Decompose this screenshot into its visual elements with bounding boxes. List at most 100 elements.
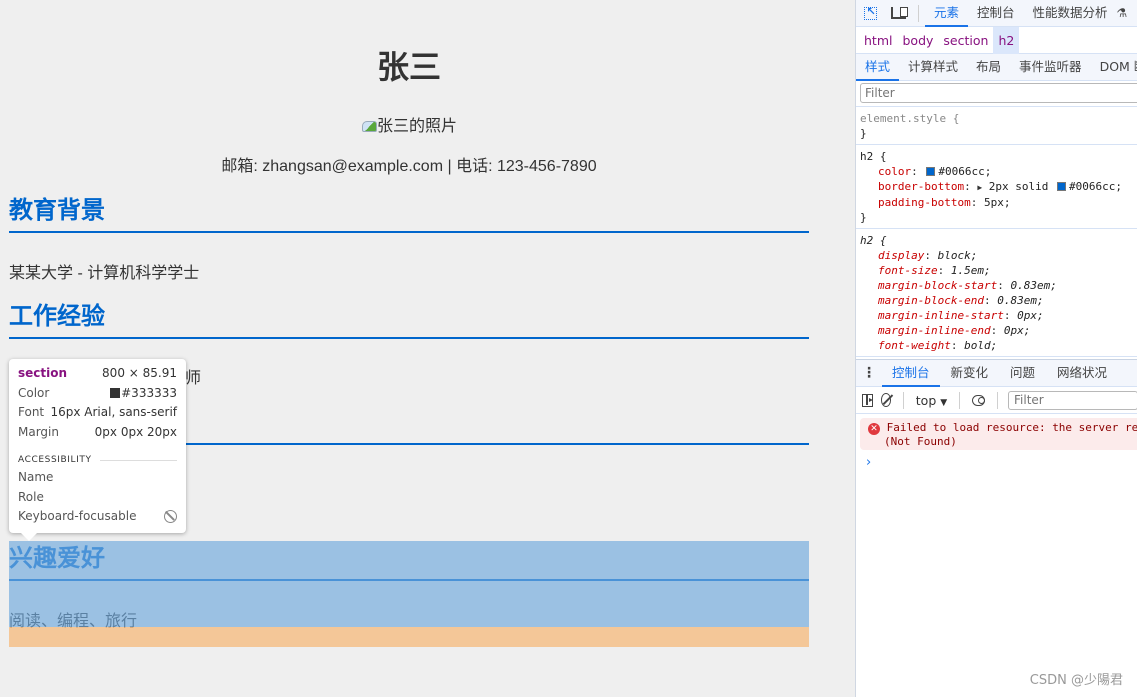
rule-selector[interactable]: element.style { bbox=[860, 111, 1133, 126]
inspect-tooltip: section 800 × 85.91 Color #333333 Font 1… bbox=[9, 359, 186, 541]
devtools-panel: 元素 控制台 性能数据分析 ⚗ html body section h2 样式 … bbox=[855, 0, 1137, 697]
inspect-highlight-margin bbox=[9, 627, 809, 647]
live-expression-eye-icon[interactable] bbox=[971, 394, 986, 406]
property-name[interactable]: color bbox=[878, 165, 911, 178]
style-property[interactable]: border-bottom: ▶ 2px solid #0066cc; bbox=[860, 179, 1133, 195]
tooltip-color-value: #333333 bbox=[121, 385, 177, 400]
tooltip-margin-value: 0px 0px 20px bbox=[94, 424, 177, 439]
style-property: margin-block-end: 0.83em; bbox=[878, 294, 1044, 307]
tooltip-font-label: Font bbox=[18, 405, 45, 419]
drawer-tab-issues[interactable]: 问题 bbox=[999, 360, 1046, 387]
show-sidebar-icon[interactable] bbox=[862, 393, 873, 407]
dom-breadcrumb: html body section h2 bbox=[856, 26, 1137, 54]
style-property[interactable]: padding-bottom: 5px; bbox=[860, 195, 1133, 210]
drawer-tab-whats-new[interactable]: 新变化 bbox=[940, 360, 1000, 387]
property-value[interactable]: #0066cc; bbox=[938, 165, 991, 178]
page-title: 张三 bbox=[376, 49, 441, 85]
subtab-dom-breakpoints[interactable]: DOM 断 bbox=[1091, 54, 1137, 81]
devtools-main-toolbar: 元素 控制台 性能数据分析 ⚗ bbox=[856, 0, 1137, 27]
tab-elements[interactable]: 元素 bbox=[925, 0, 969, 27]
breadcrumb-section[interactable]: section bbox=[938, 27, 993, 54]
tooltip-tag: section bbox=[18, 366, 68, 380]
property-value[interactable]: 2px solid bbox=[989, 180, 1055, 193]
expand-triangle-icon[interactable]: ▶ bbox=[977, 183, 982, 192]
tooltip-accessibility-heading: ACCESSIBILITY bbox=[18, 455, 92, 465]
context-value: top bbox=[915, 392, 937, 408]
drawer-tabs: ⋮ 控制台 新变化 问题 网络状况 bbox=[856, 360, 1137, 387]
color-swatch-icon[interactable] bbox=[1057, 182, 1067, 191]
page-viewport: 张三 张三的照片 邮箱: zhangsan@example.com | 电话: … bbox=[0, 0, 855, 697]
context-selector[interactable]: top ▼ bbox=[910, 393, 953, 408]
property-value: 0.83em; bbox=[997, 294, 1044, 307]
style-property: font-weight: bold; bbox=[878, 339, 998, 352]
dropdown-caret-icon: ▼ bbox=[940, 397, 948, 408]
section-heading-education: 教育背景 bbox=[9, 196, 809, 233]
drawer-tab-network-conditions[interactable]: 网络状况 bbox=[1046, 360, 1118, 387]
breadcrumb-h2[interactable]: h2 bbox=[993, 26, 1020, 54]
property-name[interactable]: border-bottom bbox=[878, 180, 964, 193]
rule-h2-user-agent: h2 { display: block; font-size: 1.5em; m… bbox=[856, 229, 1137, 357]
rule-selector[interactable]: h2 { bbox=[860, 149, 1133, 164]
property-value: 1.5em; bbox=[950, 264, 991, 277]
inspect-icon bbox=[863, 5, 877, 20]
tooltip-name-label: Name bbox=[18, 470, 54, 484]
divider bbox=[918, 4, 919, 22]
watermark: CSDN @少陽君 bbox=[1029, 673, 1123, 688]
property-value: 0.83em; bbox=[1010, 279, 1057, 292]
rule-selector: h2 { bbox=[860, 234, 887, 247]
property-value: bold; bbox=[964, 339, 998, 352]
property-name[interactable]: padding-bottom bbox=[878, 196, 971, 209]
device-toolbar-button[interactable] bbox=[884, 0, 912, 27]
property-name: font-weight bbox=[878, 339, 951, 352]
tab-performance[interactable]: 性能数据分析 bbox=[1024, 0, 1117, 27]
console-drawer: ⋮ 控制台 新变化 问题 网络状况 top▼ ✕ Failed to load … bbox=[856, 359, 1137, 697]
error-text-line1: Failed to load resource: the server resp… bbox=[886, 421, 1137, 434]
console-error-message[interactable]: ✕ Failed to load resource: the server re… bbox=[860, 418, 1137, 450]
console-prompt[interactable]: › bbox=[856, 450, 1137, 470]
style-property: margin-block-start: 0.83em; bbox=[878, 279, 1057, 292]
section-heading-work: 工作经验 bbox=[9, 302, 809, 339]
education-text: 某某大学 - 计算机科学学士 bbox=[9, 265, 200, 282]
more-options-icon[interactable]: ⋮ bbox=[856, 365, 882, 381]
rule-close: } bbox=[860, 211, 867, 224]
not-focusable-icon bbox=[164, 510, 177, 523]
divider bbox=[959, 391, 960, 409]
profile-photo: 张三的照片 bbox=[9, 112, 809, 136]
subtab-computed[interactable]: 计算样式 bbox=[899, 54, 967, 81]
clear-console-icon[interactable] bbox=[880, 393, 892, 407]
rule-close: } bbox=[860, 127, 867, 140]
property-name: margin-inline-start bbox=[878, 309, 1004, 322]
experiment-flask-icon[interactable]: ⚗ bbox=[1117, 6, 1128, 20]
breadcrumb-html[interactable]: html bbox=[859, 27, 897, 54]
error-text-line2: (Not Found) bbox=[884, 435, 957, 448]
property-value: 0px; bbox=[1003, 324, 1031, 337]
work-text: 师 bbox=[185, 370, 202, 387]
subtab-event-listeners[interactable]: 事件监听器 bbox=[1010, 54, 1091, 81]
color-swatch-icon[interactable] bbox=[926, 167, 936, 176]
tooltip-margin-label: Margin bbox=[18, 424, 59, 439]
device-icon bbox=[890, 7, 908, 19]
tab-console[interactable]: 控制台 bbox=[968, 0, 1024, 27]
styles-filter-input[interactable] bbox=[860, 83, 1137, 103]
style-property: margin-inline-end: 0px; bbox=[878, 324, 1031, 337]
broken-image-icon bbox=[361, 118, 377, 132]
styles-filter-row bbox=[856, 81, 1137, 107]
divider bbox=[903, 391, 904, 409]
property-value-color[interactable]: #0066cc; bbox=[1069, 180, 1122, 193]
inspect-element-button[interactable] bbox=[856, 0, 884, 27]
property-name: font-size bbox=[878, 264, 938, 277]
subtab-styles[interactable]: 样式 bbox=[856, 54, 900, 81]
style-property[interactable]: color: #0066cc; bbox=[860, 164, 1133, 179]
property-value: 0px; bbox=[1017, 309, 1044, 322]
rule-h2-author: h2 { color: #0066cc; border-bottom: ▶ 2p… bbox=[856, 145, 1137, 229]
style-property: display: block; bbox=[878, 249, 978, 262]
tooltip-role-label: Role bbox=[18, 489, 44, 504]
tooltip-color-label: Color bbox=[18, 385, 50, 400]
property-value[interactable]: 5px; bbox=[984, 196, 1011, 209]
drawer-tab-console[interactable]: 控制台 bbox=[882, 360, 940, 387]
breadcrumb-body[interactable]: body bbox=[897, 27, 938, 54]
property-value: block; bbox=[937, 249, 978, 262]
divider bbox=[997, 391, 999, 409]
console-filter-input[interactable] bbox=[1008, 390, 1137, 410]
subtab-layout[interactable]: 布局 bbox=[967, 54, 1010, 81]
